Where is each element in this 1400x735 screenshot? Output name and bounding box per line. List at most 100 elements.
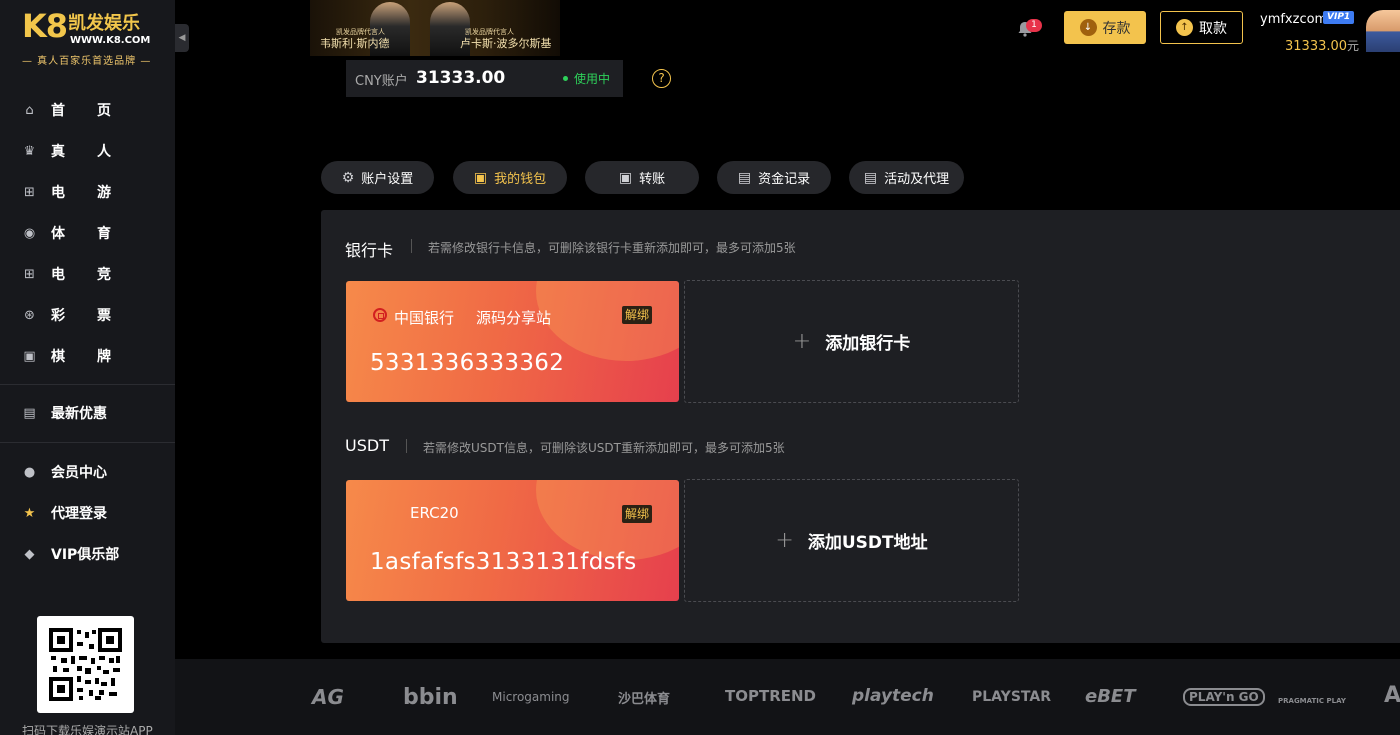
app-qr-code	[37, 616, 134, 713]
partner-logo-saba: 沙巴体育	[618, 692, 671, 707]
user-icon: ●	[23, 464, 36, 480]
add-usdt-label: 添加USDT地址	[807, 533, 928, 553]
bank-section-hint: 若需修改银行卡信息，可删除该银行卡重新添加即可，最多可添加5张	[428, 241, 796, 255]
logo-mark: K8	[22, 7, 68, 45]
add-bank-card-button[interactable]: + 添加银行卡	[684, 280, 1019, 403]
ambassador-banner[interactable]: 凯发品牌代言人 韦斯利·斯内德 凯发品牌代言人 卢卡斯·波多尔斯基	[310, 0, 560, 56]
section-divider	[411, 239, 412, 253]
sidebar: K8 凯发娱乐 WWW.K8.COM — 真人百家乐首选品牌 — ⌂ 首页 ♛ …	[0, 0, 175, 735]
sidebar-item-label: 体育	[51, 226, 111, 242]
home-icon: ⌂	[25, 102, 34, 118]
sidebar-item-label: 电竞	[51, 267, 111, 283]
bank-name: 中国银行	[394, 309, 455, 327]
header-balance: 31333.00元	[1285, 39, 1360, 54]
add-usdt-address-button[interactable]: + 添加USDT地址	[684, 479, 1019, 602]
logo[interactable]: K8 凯发娱乐 WWW.K8.COM — 真人百家乐首选品牌 —	[0, 0, 175, 78]
sidebar-item-label: 会员中心	[51, 465, 107, 481]
sidebar-item-home[interactable]: ⌂ 首页	[0, 90, 175, 130]
ambassador-name: 卢卡斯·波多尔斯基	[460, 37, 552, 50]
sidebar-item-label: 棋牌	[51, 349, 111, 365]
add-bank-card-label: 添加银行卡	[825, 334, 911, 354]
partner-logo-playstar: PLAYSTAR	[972, 689, 1051, 705]
account-status: 使用中	[574, 72, 611, 86]
ball-icon: ◉	[23, 225, 36, 241]
usdt-chain: ERC20	[410, 504, 459, 522]
sidebar-item-promo[interactable]: ▤ 最新优惠	[0, 393, 175, 433]
tab-label: 活动及代理	[884, 172, 950, 187]
notification-badge: 1	[1026, 19, 1042, 32]
transfer-icon: ▣	[618, 169, 633, 186]
cards-icon: ▣	[23, 348, 36, 364]
live-icon: ♛	[23, 143, 36, 159]
account-label: CNY账户	[355, 74, 408, 89]
deposit-label: 存款	[1102, 20, 1131, 37]
gear-icon: ⚙	[341, 169, 355, 186]
sidebar-item-member[interactable]: ● 会员中心	[0, 452, 175, 492]
controller-icon: ⊞	[24, 266, 35, 282]
bank-card: 中国银行 源码分享站 解绑 5331336333362	[346, 281, 679, 402]
gamepad-icon: ⊞	[24, 184, 35, 200]
plus-icon: +	[792, 329, 812, 354]
sidebar-divider	[0, 442, 175, 443]
deposit-button[interactable]: ↓ 存款	[1064, 11, 1146, 44]
tab-label: 转账	[639, 172, 666, 187]
account-balance-strip: CNY账户 31333.00 使用中	[346, 60, 623, 97]
tab-label: 我的钱包	[494, 172, 547, 187]
diamond-icon: ◆	[24, 546, 35, 562]
partner-logo-playngo: PLAY'n GO	[1183, 688, 1265, 706]
sidebar-item-label: 代理登录	[51, 506, 107, 522]
sidebar-item-agent[interactable]: ★ 代理登录	[0, 493, 175, 533]
help-icon[interactable]: ?	[652, 69, 671, 88]
sidebar-collapse-button[interactable]: ◀	[175, 24, 189, 52]
wallet-panel: 银行卡 若需修改银行卡信息，可删除该银行卡重新添加即可，最多可添加5张 中国银行…	[321, 210, 1400, 643]
sidebar-item-label: 电游	[51, 185, 111, 201]
partner-logo-pragmatic: PRAGMATIC PLAY	[1278, 697, 1346, 705]
sidebar-item-label: 最新优惠	[51, 406, 107, 422]
avatar[interactable]	[1366, 10, 1400, 52]
sidebar-item-slots[interactable]: ⊞ 电游	[0, 172, 175, 212]
sidebar-divider	[0, 384, 175, 385]
vip-badge: VIP1	[1323, 11, 1355, 24]
tab-fund-records[interactable]: ▤ 资金记录	[717, 161, 831, 194]
tab-my-wallet[interactable]: ▣ 我的钱包	[453, 161, 567, 194]
sidebar-item-lottery[interactable]: ⊛ 彩票	[0, 295, 175, 335]
usdt-card: ERC20 解绑 1asfafsfs3133131fdsfs	[346, 480, 679, 601]
sidebar-item-label: VIP俱乐部	[51, 547, 120, 563]
partner-logo-bbin: bbin	[403, 685, 458, 710]
sidebar-item-live[interactable]: ♛ 真人	[0, 131, 175, 171]
upload-icon: ↑	[1176, 19, 1193, 36]
partner-logo-ae: AE	[1384, 683, 1400, 708]
sidebar-item-sports[interactable]: ◉ 体育	[0, 213, 175, 253]
lottery-icon: ⊛	[24, 307, 35, 323]
card-holder: 源码分享站	[476, 309, 552, 327]
sidebar-item-esports[interactable]: ⊞ 电竞	[0, 254, 175, 294]
status-dot-icon	[563, 76, 568, 81]
ambassador-name: 韦斯利·斯内德	[320, 37, 390, 50]
sidebar-item-label: 彩票	[51, 308, 111, 324]
partner-logo-ebet: eBET	[1085, 686, 1136, 707]
card-number: 5331336333362	[370, 350, 565, 376]
bank-section-title: 银行卡	[345, 241, 394, 260]
partner-logo-microgaming: Microgaming	[492, 690, 570, 704]
sidebar-item-vip[interactable]: ◆ VIP俱乐部	[0, 534, 175, 574]
unbind-bank-button[interactable]: 解绑	[622, 306, 653, 324]
tab-transfer[interactable]: ▣ 转账	[585, 161, 699, 194]
usdt-section-hint: 若需修改USDT信息，可删除该USDT重新添加即可，最多可添加5张	[423, 441, 785, 455]
tab-account-settings[interactable]: ⚙ 账户设置	[321, 161, 434, 194]
wallet-icon: ▣	[473, 169, 488, 186]
qr-caption: 扫码下载乐娱演示站APP	[22, 724, 153, 735]
usdt-section-title: USDT	[345, 436, 389, 455]
activity-icon: ▤	[863, 169, 878, 186]
unbind-usdt-button[interactable]: 解绑	[622, 505, 653, 523]
download-icon: ↓	[1079, 19, 1097, 36]
gift-icon: ▤	[23, 405, 36, 421]
sidebar-item-label: 真人	[51, 144, 111, 160]
record-icon: ▤	[737, 169, 752, 186]
sidebar-item-cards[interactable]: ▣ 棋牌	[0, 336, 175, 376]
account-amount: 31333.00	[416, 68, 506, 88]
tab-activity-agent[interactable]: ▤ 活动及代理	[849, 161, 964, 194]
withdraw-label: 取款	[1199, 20, 1227, 37]
star-icon: ★	[23, 505, 36, 521]
username[interactable]: ymfxzcom	[1260, 12, 1327, 27]
withdraw-button[interactable]: ↑ 取款	[1160, 11, 1243, 44]
